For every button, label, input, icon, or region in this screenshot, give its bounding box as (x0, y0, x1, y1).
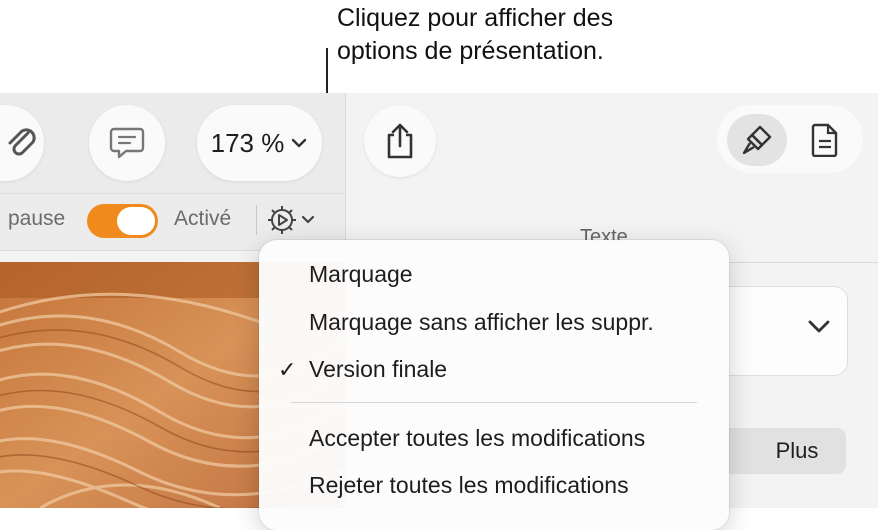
zoom-button[interactable]: 173 % (197, 105, 322, 181)
paperclip-icon (8, 128, 36, 156)
chevron-down-icon (301, 215, 315, 224)
document-icon (811, 123, 838, 157)
chevron-down-icon (808, 320, 830, 333)
view-options-menu: Marquage Marquage sans afficher les supp… (259, 240, 729, 530)
toggle-knob (117, 207, 155, 235)
callout-line-1: Cliquez pour afficher des (337, 4, 614, 32)
chevron-down-icon (292, 138, 307, 148)
tracking-toggle[interactable] (87, 204, 158, 238)
toolbar-separator (256, 205, 257, 235)
paintbrush-icon (742, 125, 772, 155)
menu-item-reject-all[interactable]: Rejeter toutes les modifications (309, 472, 629, 499)
gear-icon (268, 206, 296, 234)
checkmark-icon: ✓ (278, 357, 297, 382)
sidebar-divider (720, 262, 878, 263)
zoom-value: 173 % (210, 127, 285, 158)
more-label: Plus (775, 438, 819, 463)
document-button[interactable] (795, 114, 855, 166)
menu-item-markup[interactable]: Marquage (309, 261, 413, 288)
menu-item-accept-all[interactable]: Accepter toutes les modifications (309, 425, 645, 452)
share-button[interactable] (364, 105, 436, 177)
callout-line-2: options de présentation. (337, 37, 604, 65)
view-options-button[interactable] (266, 203, 318, 237)
pause-label: pause (8, 207, 66, 230)
menu-item-final[interactable]: Version finale (309, 356, 447, 383)
menu-item-markup-without-deletions[interactable]: Marquage sans afficher les suppr. (309, 309, 654, 336)
comment-icon (109, 127, 145, 159)
menu-separator (291, 402, 697, 403)
format-button[interactable] (727, 114, 787, 166)
comment-button[interactable] (89, 105, 165, 181)
callout-annotation: Cliquez pour afficher des options de pré… (337, 2, 857, 68)
share-icon (387, 123, 413, 159)
active-label: Activé (174, 207, 232, 230)
